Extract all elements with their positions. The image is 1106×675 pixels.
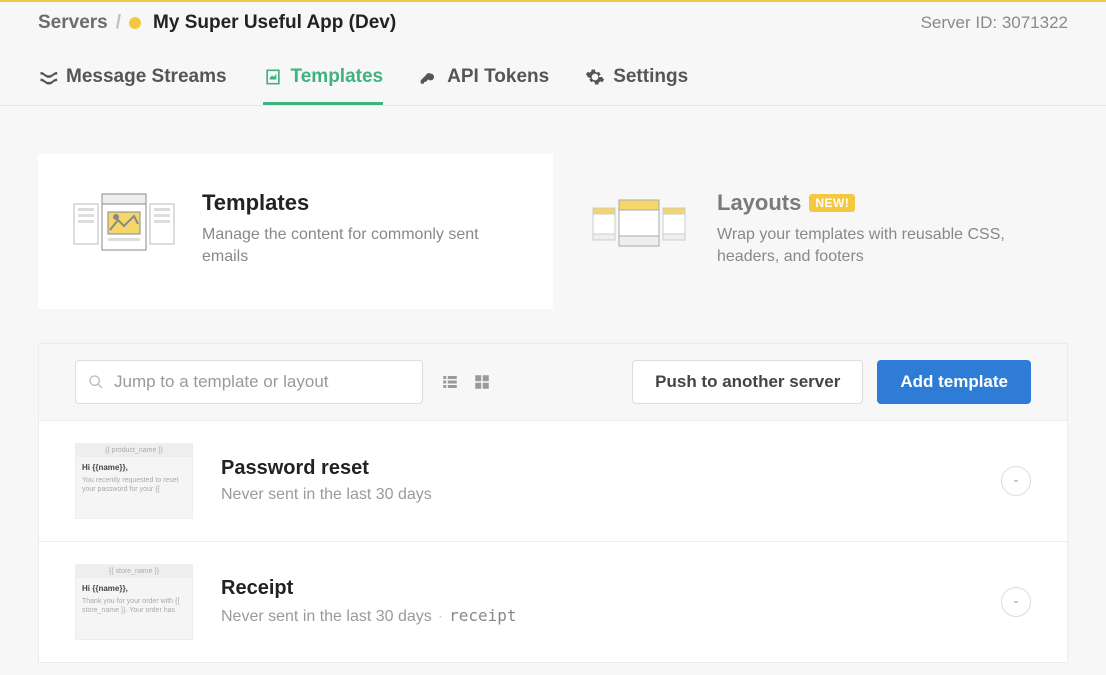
template-title: Receipt [221, 577, 973, 600]
secondary-tabs: Templates Manage the content for commonl… [38, 154, 1068, 309]
breadcrumb-servers-link[interactable]: Servers [38, 12, 108, 34]
subtab-templates[interactable]: Templates Manage the content for commonl… [38, 154, 553, 309]
key-icon [419, 67, 439, 87]
template-title: Password reset [221, 457, 973, 480]
breadcrumb-app-name: My Super Useful App (Dev) [153, 12, 396, 34]
tab-label: API Tokens [447, 66, 549, 88]
grid-view-icon[interactable] [473, 373, 491, 391]
subtab-title: Templates [202, 190, 512, 216]
subtab-layouts[interactable]: Layouts NEW! Wrap your templates with re… [553, 154, 1068, 309]
template-subtitle: Never sent in the last 30 days [221, 486, 973, 504]
templates-toolbar: Push to another server Add template [39, 344, 1067, 420]
template-thumbnail: {{ product_name }} Hi {{name}}, You rece… [75, 443, 193, 519]
layouts-illustration-icon [587, 190, 691, 254]
search-container [75, 360, 423, 404]
streams-icon [38, 67, 58, 87]
subtab-description: Wrap your templates with reusable CSS, h… [717, 224, 1027, 269]
breadcrumb-bar: Servers / My Super Useful App (Dev) Serv… [38, 12, 1068, 60]
status-dot-icon [129, 17, 141, 29]
templates-list: {{ product_name }} Hi {{name}}, You rece… [39, 420, 1067, 662]
template-thumbnail: {{ store_name }} Hi {{name}}, Thank you … [75, 564, 193, 640]
tab-message-streams[interactable]: Message Streams [38, 60, 227, 105]
subtab-title: Layouts [717, 190, 801, 216]
push-to-server-button[interactable]: Push to another server [632, 360, 863, 404]
template-row[interactable]: {{ product_name }} Hi {{name}}, You rece… [39, 420, 1067, 541]
search-icon [88, 374, 104, 390]
templates-icon [263, 67, 283, 87]
tab-api-tokens[interactable]: API Tokens [419, 60, 549, 105]
breadcrumb-separator: / [116, 12, 121, 34]
row-actions-button[interactable] [1001, 466, 1031, 496]
server-id-label: Server ID: 3071322 [921, 13, 1068, 33]
template-subtitle: Never sent in the last 30 days·receipt [221, 606, 973, 626]
gear-icon [585, 67, 605, 87]
tab-label: Message Streams [66, 66, 227, 88]
list-view-icon[interactable] [441, 373, 459, 391]
tab-label: Templates [291, 66, 384, 88]
tab-label: Settings [613, 66, 688, 88]
row-actions-button[interactable] [1001, 587, 1031, 617]
template-row[interactable]: {{ store_name }} Hi {{name}}, Thank you … [39, 541, 1067, 662]
add-template-button[interactable]: Add template [877, 360, 1031, 404]
primary-tabs: Message Streams Templates API Tokens Set… [38, 60, 1068, 105]
subtab-description: Manage the content for commonly sent ema… [202, 224, 512, 269]
tab-settings[interactable]: Settings [585, 60, 688, 105]
search-input[interactable] [114, 372, 410, 392]
tab-templates[interactable]: Templates [263, 60, 384, 105]
templates-illustration-icon [72, 190, 176, 254]
template-alias: receipt [449, 606, 516, 625]
new-badge: NEW! [809, 194, 855, 212]
